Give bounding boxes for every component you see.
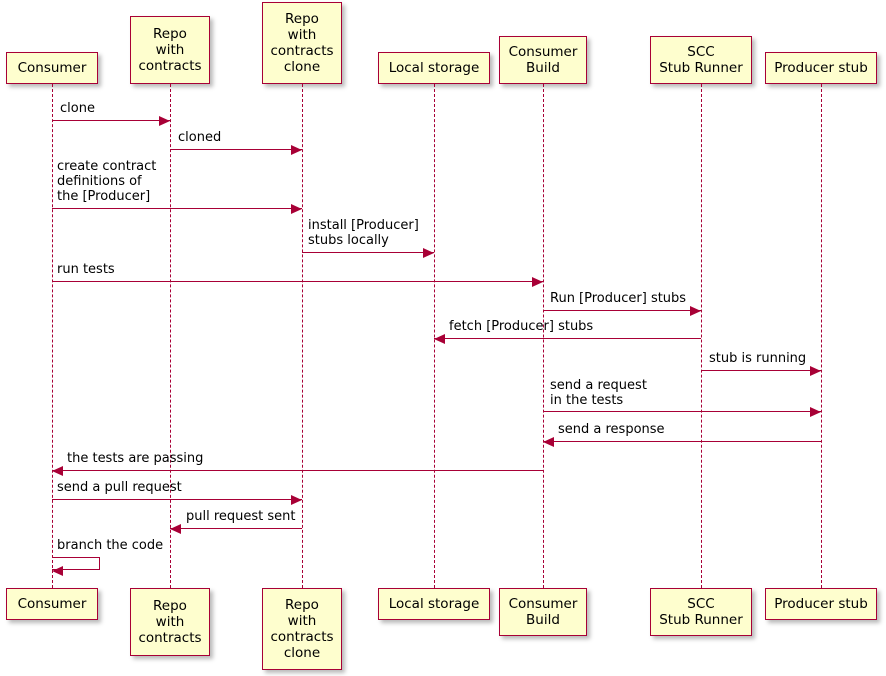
message-line-m4 (302, 252, 434, 253)
message-label-m2: cloned (178, 130, 222, 145)
arrowhead-right-icon (159, 116, 170, 126)
self-message-label-s1: branch the code (57, 538, 164, 553)
message-label-m3: create contract definitions of the [Prod… (57, 159, 157, 204)
message-line-m3 (52, 208, 302, 209)
message-label-m1: clone (60, 101, 95, 116)
message-line-m5 (52, 281, 543, 282)
message-line-m9 (543, 411, 821, 412)
sequence-diagram: Consumer Repo with contracts Repo with con… (0, 0, 886, 676)
message-label-m11: the tests are passing (67, 451, 204, 466)
message-line-m13 (170, 528, 302, 529)
participant-producer_stub[interactable]: Producer stub (765, 52, 877, 84)
participant-scc[interactable]: SCC Stub Runner (650, 588, 752, 636)
message-line-m12 (52, 499, 302, 500)
participant-scc[interactable]: SCC Stub Runner (650, 36, 752, 84)
participant-repo[interactable]: Repo with contracts (130, 16, 210, 84)
lifeline-producer_stub (821, 84, 822, 588)
message-line-m1 (52, 120, 170, 121)
participant-local_storage[interactable]: Local storage (378, 588, 490, 620)
arrowhead-right-icon (423, 248, 434, 258)
message-label-m10: send a response (558, 422, 665, 437)
message-line-m11 (52, 470, 543, 471)
participant-producer_stub[interactable]: Producer stub (765, 588, 877, 620)
lifeline-repo_clone (302, 84, 303, 588)
message-label-m8: stub is running (709, 351, 807, 366)
message-line-m2 (170, 149, 302, 150)
message-line-m7 (434, 338, 701, 339)
arrowhead-left-icon (543, 437, 554, 447)
arrowhead-right-icon (291, 495, 302, 505)
arrowhead-left-icon (170, 524, 181, 534)
arrowhead-right-icon (810, 407, 821, 417)
participant-repo_clone[interactable]: Repo with contracts clone (262, 588, 342, 670)
arrowhead-right-icon (291, 204, 302, 214)
message-label-m12: send a pull request (57, 480, 182, 495)
participant-consumer[interactable]: Consumer (6, 52, 98, 84)
participant-consumer_build[interactable]: Consumer Build (499, 588, 587, 636)
message-label-m6: Run [Producer] stubs (550, 291, 687, 306)
message-label-m13: pull request sent (186, 509, 296, 524)
participant-local_storage[interactable]: Local storage (378, 52, 490, 84)
participant-repo_clone[interactable]: Repo with contracts clone (262, 2, 342, 84)
lifeline-consumer_build (543, 84, 544, 588)
lifeline-repo (170, 84, 171, 588)
message-line-m10 (543, 441, 821, 442)
arrowhead-left-icon (52, 466, 63, 476)
message-label-m7: fetch [Producer] stubs (449, 319, 594, 334)
participant-consumer[interactable]: Consumer (6, 588, 98, 620)
lifeline-scc (701, 84, 702, 588)
message-line-m8 (701, 370, 821, 371)
message-label-m9: send a request in the tests (550, 378, 647, 408)
arrowhead-right-icon (291, 145, 302, 155)
arrowhead-right-icon (810, 366, 821, 376)
arrowhead-right-icon (532, 277, 543, 287)
arrowhead-left-icon (434, 334, 445, 344)
message-label-m4: install [Producer] stubs locally (308, 218, 419, 248)
participant-consumer_build[interactable]: Consumer Build (499, 36, 587, 84)
message-line-m6 (543, 310, 701, 311)
arrowhead-right-icon (690, 306, 701, 316)
message-label-m5: run tests (57, 262, 115, 277)
lifeline-consumer (52, 84, 53, 588)
arrowhead-left-icon (52, 566, 63, 576)
participant-repo[interactable]: Repo with contracts (130, 588, 210, 656)
